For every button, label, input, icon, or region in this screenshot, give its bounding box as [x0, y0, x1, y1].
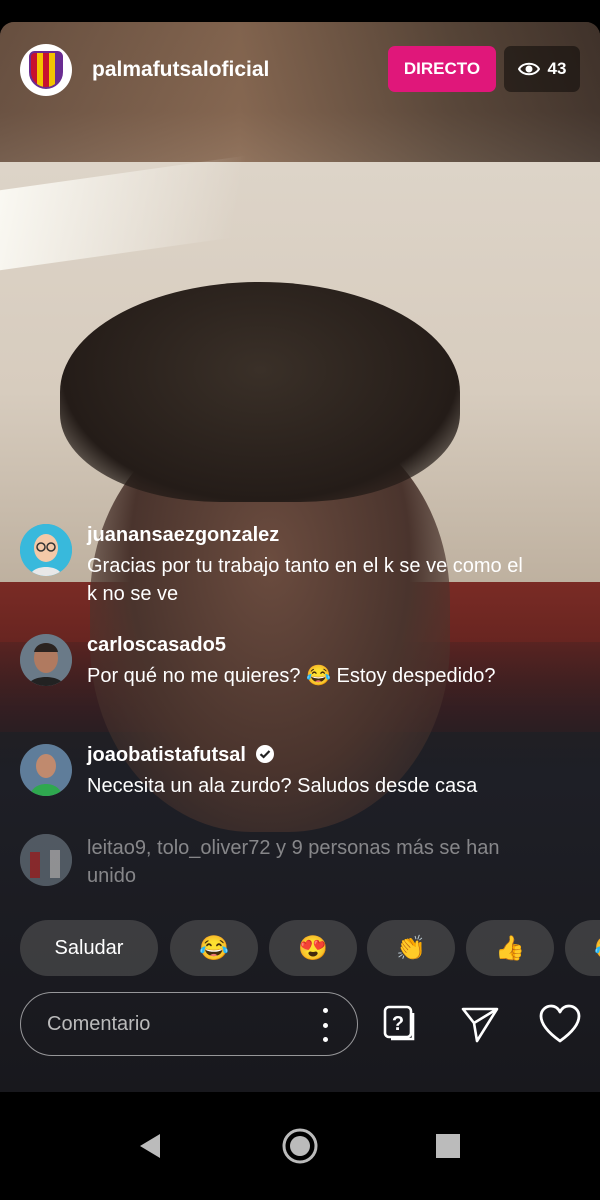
comment-username[interactable]: carloscasado5 [87, 634, 226, 657]
cartoon-avatar-icon [20, 524, 72, 576]
comment-input[interactable]: Comentario [20, 992, 358, 1056]
viewer-count: 43 [547, 59, 567, 78]
eye-icon [517, 62, 540, 76]
comment-item[interactable]: joaobatistafutsal Necesita un ala zurdo?… [20, 744, 520, 834]
user-photo-icon [20, 634, 72, 686]
broadcaster-username[interactable]: palmafutsaloficial [92, 58, 269, 82]
live-badge: DIRECTO [388, 46, 496, 92]
profile-avatar[interactable] [20, 44, 72, 96]
laugh-emoji-chip[interactable]: 😂 [170, 920, 258, 976]
live-header: palmafutsaloficial DIRECTO 43 [20, 44, 580, 96]
svg-text:?: ? [392, 1013, 404, 1035]
comment-text: Por qué no me quieres? 😂 Estoy despedido… [87, 665, 496, 687]
user-photo-icon [20, 834, 72, 886]
comment-item[interactable]: juanansaezgonzalez Gracias por tu trabaj… [20, 524, 523, 614]
joined-text: leitao9, tolo_oliver72 y 9 personas más … [87, 837, 500, 887]
question-icon: ? [383, 1005, 415, 1041]
commenter-avatar[interactable] [20, 744, 72, 796]
streamer-hair [60, 282, 460, 502]
system-navigation-bar [0, 1092, 600, 1200]
comment-item[interactable]: carloscasado5 Por qué no me quieres? 😂 E… [20, 634, 520, 724]
comment-username-text: joaobatistafutsal [87, 744, 246, 766]
say-hi-chip[interactable]: Saludar [20, 920, 158, 976]
quick-reactions-bar: Saludar 😂 😍 👏 👍 😂 [20, 920, 600, 980]
home-circle-icon [282, 1128, 318, 1164]
commenter-avatar[interactable] [20, 524, 72, 576]
heart-eyes-emoji-chip[interactable]: 😍 [269, 920, 357, 976]
user-photo-icon [20, 744, 72, 796]
share-button[interactable] [456, 1000, 504, 1048]
comment-username[interactable]: juanansaezgonzalez [87, 524, 279, 547]
comment-username[interactable]: joaobatistafutsal [87, 744, 275, 767]
comment-text: Gracias por tu trabajo tanto en el k se … [87, 555, 523, 605]
recents-button[interactable] [424, 1122, 472, 1170]
more-options-icon[interactable] [323, 1008, 329, 1042]
recents-square-icon [436, 1134, 460, 1158]
clap-emoji-chip[interactable]: 👏 [367, 920, 455, 976]
viewer-count-button[interactable]: 43 [504, 46, 580, 92]
comment-text: Necesita un ala zurdo? Saludos desde cas… [87, 775, 478, 797]
home-button[interactable] [276, 1122, 324, 1170]
heart-icon [539, 1004, 581, 1043]
verified-badge-icon [256, 745, 275, 763]
joined-avatar [20, 834, 72, 886]
like-button[interactable] [536, 1000, 584, 1048]
question-sticker-button[interactable]: ? [376, 1000, 424, 1048]
back-button[interactable] [126, 1122, 174, 1170]
paper-plane-icon [461, 1007, 499, 1043]
back-triangle-icon [140, 1134, 160, 1158]
thumbs-up-emoji-chip[interactable]: 👍 [466, 920, 554, 976]
laugh-emoji-chip[interactable]: 😂 [565, 920, 600, 976]
commenter-avatar[interactable] [20, 634, 72, 686]
club-crest-icon [29, 51, 63, 89]
comment-placeholder: Comentario [47, 1013, 151, 1035]
